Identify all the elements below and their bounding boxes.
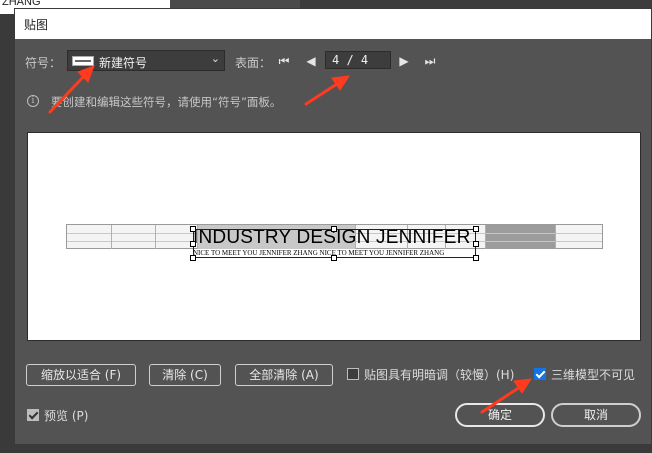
cancel-button[interactable]: 取消 [551,403,641,427]
grid-line [485,225,486,249]
ok-button[interactable]: 确定 [455,403,545,427]
invisible-geometry-checkbox-label: 三维模型不可见 [551,368,636,382]
title-bar[interactable]: 贴图 [15,9,651,39]
dialog-title: 贴图 [24,18,49,32]
last-surface-icon[interactable]: ⏭ [423,53,437,69]
resize-handle[interactable] [331,226,337,232]
symbol-label: 符号： [25,56,62,70]
surface-page-field[interactable]: 4 / 4 [325,51,391,69]
clear-all-button[interactable]: 全部清除 (A) [235,364,333,386]
grid-line [155,225,156,249]
surface-label: 表面： [235,56,272,70]
shading-checkbox[interactable] [347,368,359,380]
resize-handle[interactable] [190,255,196,261]
info-text: 要创建和编辑这些符号，请使用“符号”面板。 [51,95,282,109]
resize-handle[interactable] [473,226,479,232]
info-icon: i [27,95,39,107]
shaded-area [485,225,555,249]
next-surface-icon[interactable]: ▶ [397,53,411,69]
background-text: ZHANG [2,0,41,8]
grid-line [111,225,112,249]
surface-preview-canvas[interactable]: INDUSTRY DESIGN JENNIFER NICE TO MEET YO… [27,132,641,341]
resize-handle[interactable] [190,241,196,247]
symbol-dropdown[interactable]: 新建符号 ⌄ [67,50,225,71]
preview-checkbox[interactable] [27,409,39,421]
first-surface-icon[interactable]: ⏮ [277,53,291,69]
resize-handle[interactable] [473,241,479,247]
resize-handle[interactable] [190,226,196,232]
invisible-geometry-checkbox[interactable] [534,368,546,380]
map-art-dialog: 贴图 符号： 新建符号 ⌄ 表面： ⏮ ◀ 4 / 4 ▶ ⏭ i 要创建和编辑… [14,8,652,445]
previous-surface-icon[interactable]: ◀ [304,53,318,69]
symbol-thumbnail-icon [72,56,94,66]
preview-checkbox-label: 预览 (P) [44,409,89,423]
chevron-down-icon: ⌄ [210,52,220,65]
resize-handle[interactable] [473,255,479,261]
symbol-dropdown-value: 新建符号 [99,56,148,70]
shading-checkbox-label: 贴图具有明暗调（较慢）(H) [364,368,515,382]
grid-line [555,225,556,249]
fit-button[interactable]: 缩放以适合 (F) [26,364,136,386]
resize-handle[interactable] [331,255,337,261]
artwork-selection-box[interactable] [193,229,476,258]
clear-button[interactable]: 清除 (C) [149,364,221,386]
